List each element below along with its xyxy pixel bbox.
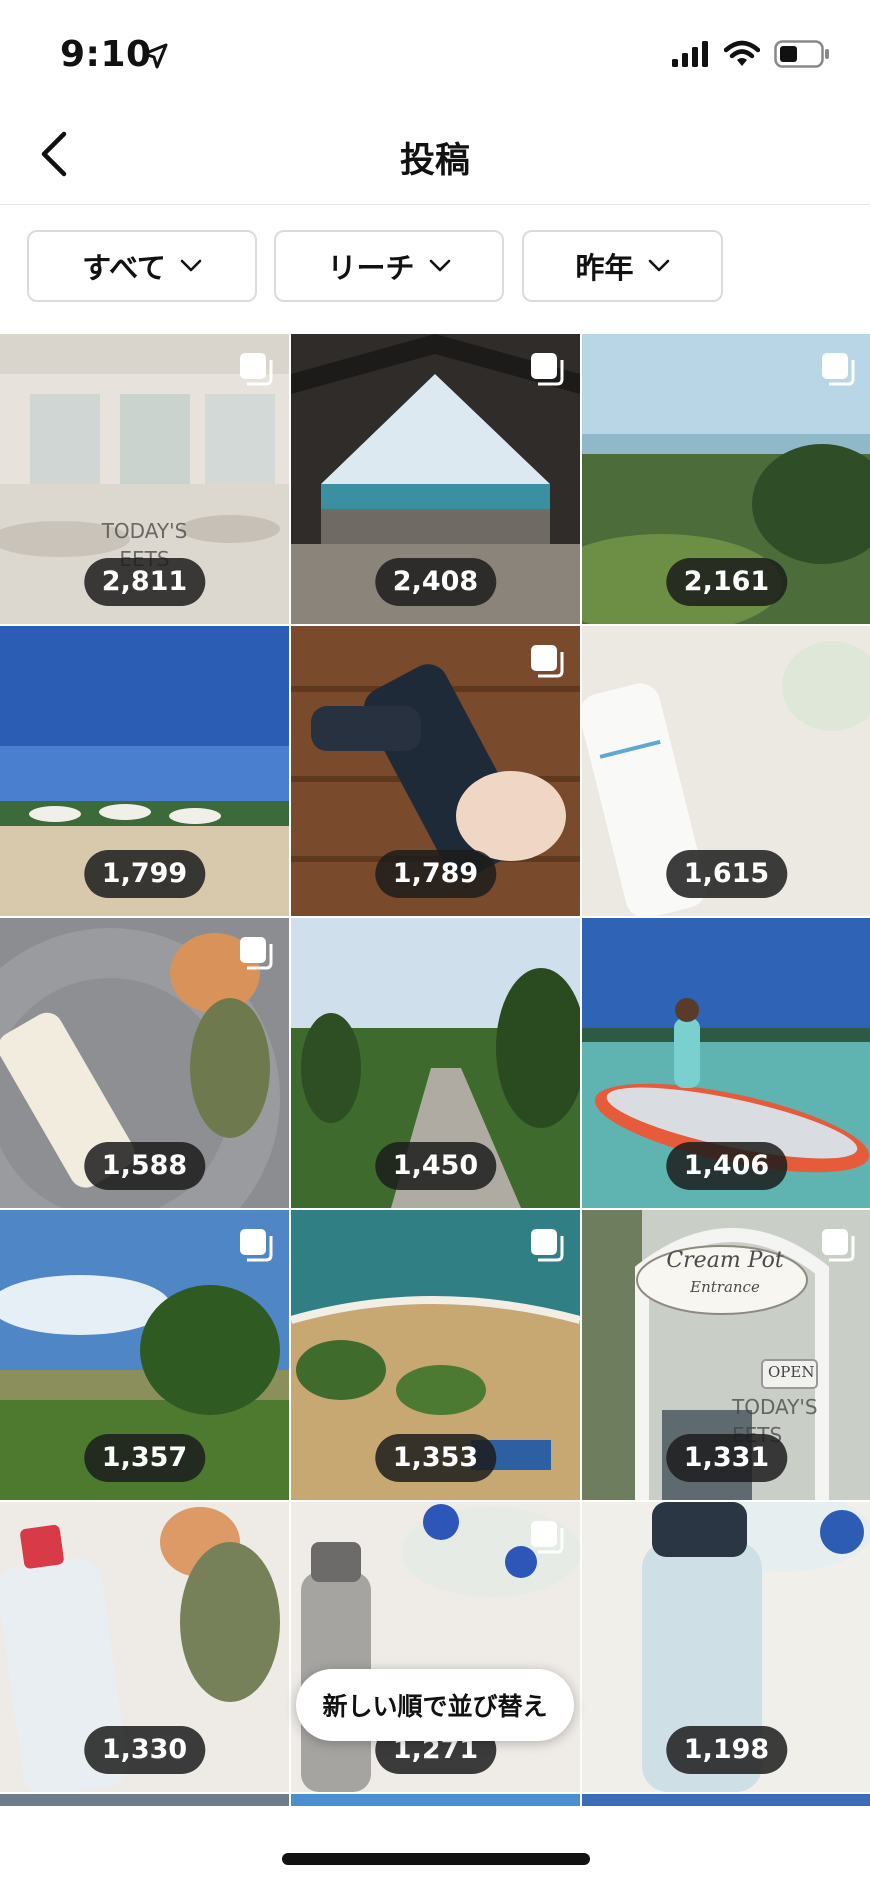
post-tile[interactable]: 1,198 (582, 1502, 870, 1792)
post-tile[interactable]: 1,357 (0, 1210, 289, 1500)
post-tile[interactable]: 1,330 (0, 1502, 289, 1792)
multiple-photos-icon (240, 1229, 273, 1262)
battery-icon (774, 40, 829, 68)
chevron-down-icon (648, 259, 669, 272)
filter-label: すべて (82, 251, 166, 285)
post-tile[interactable]: 1,789 (291, 626, 580, 916)
post-tile[interactable]: Cream Pot Entrance OPEN TODAY'SEETS 1,33… (582, 1210, 870, 1500)
multiple-photos-icon (531, 645, 564, 678)
filter-label: 昨年 (575, 251, 634, 285)
chevron-down-icon (429, 259, 450, 272)
chevron-down-icon (180, 259, 202, 272)
reach-count-badge: 1,198 (665, 1726, 788, 1774)
nav-bar: 投稿 (0, 110, 870, 205)
multiple-photos-icon (822, 1229, 855, 1262)
reach-count-badge: 1,353 (374, 1434, 497, 1482)
reach-count-badge: 1,357 (83, 1434, 206, 1482)
sort-by-newest-button[interactable]: 新しい順で並び替え (296, 1669, 574, 1741)
reach-count-badge: 1,331 (665, 1434, 788, 1482)
post-tile[interactable]: 1,799 (0, 626, 289, 916)
multiple-photos-icon (240, 353, 273, 386)
reach-count-badge: 1,406 (665, 1142, 788, 1190)
reach-count-badge: 2,408 (374, 558, 497, 606)
reach-count-badge: 1,615 (665, 850, 788, 898)
post-tile[interactable]: 1,588 (0, 918, 289, 1208)
cellular-signal-icon (672, 41, 708, 67)
status-bar: 9:10 (0, 0, 870, 110)
sign-text: Cream Pot Entrance (666, 1248, 784, 1296)
multiple-photos-icon (822, 353, 855, 386)
post-tile[interactable]: 2,408 (291, 334, 580, 624)
multiple-photos-icon (531, 353, 564, 386)
post-tile[interactable]: 1,353 (291, 1210, 580, 1500)
status-icons (672, 40, 830, 68)
post-tile[interactable]: 1,615 (582, 626, 870, 916)
filter-metric-button[interactable]: リーチ (274, 230, 504, 302)
filter-bar: すべて リーチ 昨年 (0, 204, 870, 332)
multiple-photos-icon (240, 937, 273, 970)
reach-count-badge: 1,799 (83, 850, 206, 898)
multiple-photos-icon (531, 1229, 564, 1262)
post-tile[interactable]: 1,271 (291, 1502, 580, 1792)
filter-content-type-button[interactable]: すべて (27, 230, 257, 302)
post-tile[interactable]: 1,406 (582, 918, 870, 1208)
reach-count-badge: 1,330 (83, 1726, 206, 1774)
page-title: 投稿 (399, 141, 470, 181)
status-time: 9:10 (60, 34, 152, 75)
reach-count-badge: 2,811 (83, 558, 206, 606)
filter-period-button[interactable]: 昨年 (522, 230, 723, 302)
reach-count-badge: 1,789 (374, 850, 497, 898)
filter-label: リーチ (327, 251, 415, 285)
reach-count-badge: 1,450 (374, 1142, 497, 1190)
multiple-photos-icon (531, 1521, 564, 1554)
post-tile[interactable]: 2,161 (582, 334, 870, 624)
post-tile[interactable]: 1,450 (291, 918, 580, 1208)
location-arrow-icon (142, 43, 168, 69)
posts-grid: TODAY'SEETS 2,811 2,408 2,161 (0, 334, 870, 1806)
wifi-icon (724, 40, 760, 66)
reach-count-badge: 2,161 (665, 558, 788, 606)
reach-count-badge: 1,588 (83, 1142, 206, 1190)
home-indicator (282, 1853, 590, 1865)
partial-row (0, 1794, 870, 1806)
post-tile[interactable]: TODAY'SEETS 2,811 (0, 334, 289, 624)
open-sign-text: OPEN (768, 1363, 815, 1381)
